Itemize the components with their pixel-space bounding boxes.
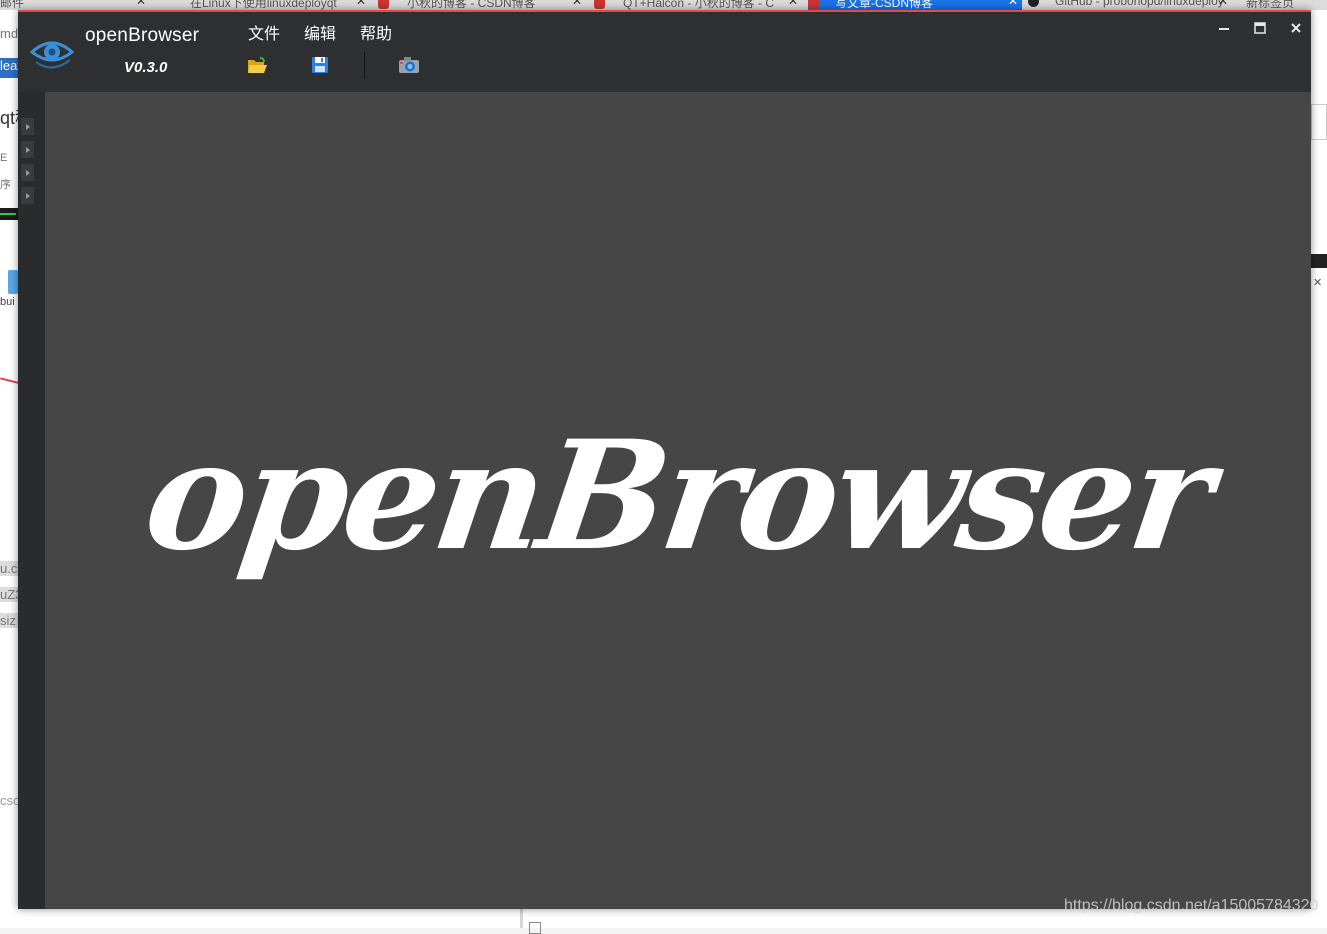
- bg-tab-csdn-blog[interactable]: 小秋的博客 - CSDN博客 ✕: [378, 0, 586, 10]
- bg-fragment: u.cs: [0, 561, 18, 576]
- app-title: openBrowser: [85, 25, 200, 46]
- expand-arrow-icon[interactable]: [21, 164, 34, 181]
- bg-tab-label: 小秋的博客 - CSDN博客: [407, 0, 536, 10]
- folder-open-icon: [248, 56, 267, 73]
- bg-tab-github[interactable]: GitHub - probonopd/linuxdeploy ✕: [1028, 0, 1232, 10]
- close-icon[interactable]: ✕: [1313, 276, 1322, 289]
- github-icon: [1028, 0, 1039, 8]
- maximize-button[interactable]: [1249, 19, 1271, 37]
- bg-fragment: leaf: [0, 58, 18, 78]
- bg-divider: [520, 909, 523, 928]
- collapsed-side-panel: [18, 92, 45, 909]
- toolbar-separator: [364, 52, 365, 79]
- bg-tab-qt-halcon[interactable]: QT+Halcon - 小秋的博客 - C ✕: [594, 0, 802, 10]
- close-icon[interactable]: ✕: [356, 0, 366, 8]
- close-icon[interactable]: ✕: [788, 0, 798, 8]
- bg-tab-new[interactable]: 新标签页: [1240, 0, 1327, 10]
- csdn-icon: [378, 0, 389, 10]
- bg-tab-label: 写文章-CSDN博客: [835, 0, 933, 10]
- minimize-icon: [1219, 28, 1229, 30]
- app-version: V0.3.0: [124, 59, 168, 76]
- minimize-button[interactable]: [1213, 19, 1235, 37]
- expand-arrow-icon[interactable]: [21, 141, 34, 158]
- camera-icon: [399, 57, 419, 73]
- open-folder-button[interactable]: [245, 54, 269, 76]
- expand-arrow-icon[interactable]: [21, 118, 34, 135]
- eye-logo-icon: [30, 41, 74, 69]
- bg-tab-label: 新标签页: [1246, 0, 1295, 10]
- csdn-icon: [808, 0, 819, 10]
- close-icon[interactable]: ✕: [1008, 0, 1018, 8]
- save-icon: [312, 57, 328, 73]
- close-icon[interactable]: ✕: [1218, 0, 1228, 8]
- bg-fragment: E: [0, 152, 8, 164]
- bg-red-curve: [0, 377, 18, 385]
- splash-screen: openBrowser: [45, 92, 1311, 909]
- title-bar[interactable]: openBrowser V0.3.0 文件 编辑 帮助: [18, 12, 1311, 92]
- bg-tab-label: 在Linux下使用linuxdeployqt: [190, 0, 337, 10]
- bg-tab-linuxdeploy[interactable]: 在Linux下使用linuxdeployqt ✕: [160, 0, 370, 10]
- bg-terminal-line: [0, 213, 16, 215]
- expand-arrow-icon[interactable]: [21, 187, 34, 204]
- csdn-icon: [594, 0, 605, 10]
- file-icon: [8, 270, 18, 294]
- bg-tab-write-article[interactable]: 写文章-CSDN博客 ✕: [808, 0, 1022, 10]
- screenshot-button[interactable]: [397, 54, 421, 76]
- close-icon[interactable]: ✕: [572, 0, 582, 8]
- background-tab-bar: 邮件 ✕ 在Linux下使用linuxdeployqt ✕ 小秋的博客 - CS…: [0, 0, 1327, 10]
- openbrowser-window: openBrowser V0.3.0 文件 编辑 帮助 openBrowser: [18, 10, 1311, 909]
- bg-search-box: [1311, 104, 1327, 140]
- close-button[interactable]: [1285, 19, 1307, 37]
- bg-fragment: cso: [0, 793, 18, 808]
- bg-fragment: qt移: [0, 108, 18, 128]
- bg-checkbox[interactable]: [529, 922, 541, 934]
- menu-file[interactable]: 文件: [248, 18, 280, 46]
- bg-tab-label: 邮件: [0, 0, 25, 10]
- bg-tab-mail[interactable]: 邮件 ✕: [0, 0, 150, 10]
- save-button[interactable]: [308, 54, 332, 76]
- background-left-edge: md leaf qt移 E 序 bui u.cs uZ3 siz cso: [0, 10, 18, 928]
- bg-fragment: md: [0, 26, 18, 41]
- maximize-icon: [1254, 22, 1266, 34]
- main-content-area: openBrowser: [45, 92, 1311, 909]
- background-right-edge: ✕: [1311, 10, 1327, 928]
- csdn-watermark: https://blog.csdn.net/a15005784320: [1064, 897, 1319, 914]
- bg-tab-label: QT+Halcon - 小秋的博客 - C: [623, 0, 775, 10]
- bg-fragment: bui: [0, 296, 15, 308]
- close-icon: [1291, 23, 1301, 33]
- menu-help[interactable]: 帮助: [360, 18, 392, 46]
- bg-dark-block: [1311, 254, 1327, 268]
- bg-fragment: uZ3: [0, 587, 18, 602]
- bg-fragment: 序: [0, 179, 11, 191]
- bg-fragment: siz: [0, 613, 18, 628]
- splash-logo-text: openBrowser: [135, 407, 1221, 584]
- close-icon[interactable]: ✕: [136, 0, 146, 8]
- bg-tab-label: GitHub - probonopd/linuxdeploy: [1055, 0, 1224, 8]
- menu-edit[interactable]: 编辑: [304, 18, 336, 46]
